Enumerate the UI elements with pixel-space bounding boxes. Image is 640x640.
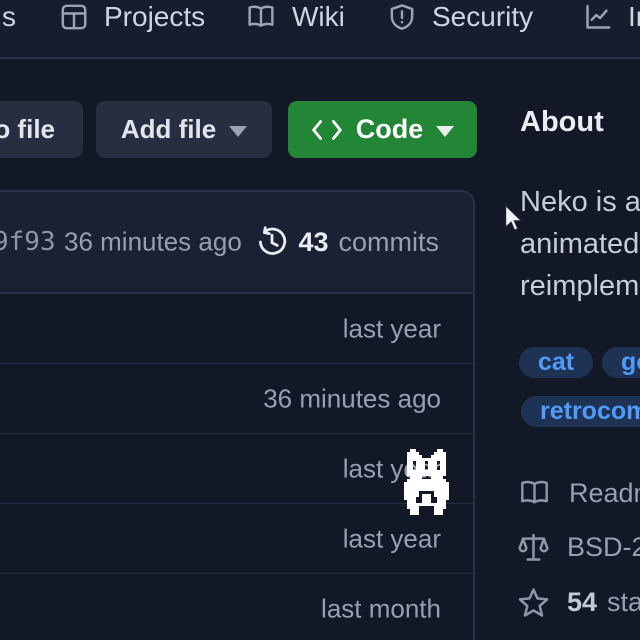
file-updated-time[interactable]: 36 minutes ago xyxy=(263,383,441,414)
commits-count: 43 xyxy=(298,227,328,258)
about-heading: About xyxy=(520,106,604,139)
shield-icon xyxy=(388,3,416,31)
commits-history-link[interactable]: 43 commits xyxy=(256,226,439,258)
book-icon xyxy=(246,3,276,31)
topic-tag-cat[interactable]: cat xyxy=(519,347,593,378)
license-label: BSD-2 xyxy=(567,532,640,563)
repo-description-line: Neko is a xyxy=(520,186,640,219)
tab-security[interactable]: Security xyxy=(388,0,533,34)
chevron-down-icon xyxy=(229,126,247,137)
go-to-file-button[interactable]: o file xyxy=(0,101,83,158)
repo-description-line: animated xyxy=(520,228,639,261)
topic-tag-go[interactable]: go xyxy=(602,347,640,378)
repo-tab-bar: s Projects Wiki Security xyxy=(0,0,640,59)
add-file-label: Add file xyxy=(121,114,216,145)
file-row[interactable]: 36 minutes ago xyxy=(0,364,473,434)
add-file-button[interactable]: Add file xyxy=(96,101,272,158)
latest-commit-bar: 9f93 36 minutes ago 43 commits xyxy=(0,192,473,294)
history-clock-icon xyxy=(256,226,288,258)
file-row[interactable]: last year xyxy=(0,294,473,364)
graph-icon xyxy=(584,3,612,31)
commit-time: 36 minutes ago xyxy=(64,227,242,258)
repo-description-line: reimplem xyxy=(520,270,639,303)
law-icon xyxy=(518,532,549,563)
stars-link[interactable]: 54 sta xyxy=(518,586,640,618)
file-row[interactable]: last year xyxy=(0,434,473,504)
tab-actions-partial[interactable]: s xyxy=(2,0,16,34)
file-row[interactable]: last month xyxy=(0,574,473,640)
star-icon xyxy=(518,587,549,618)
code-button-label: Code xyxy=(356,114,424,145)
file-updated-time[interactable]: last year xyxy=(343,523,441,554)
topic-tag-retrocomputing[interactable]: retrocomp xyxy=(521,396,640,427)
license-link[interactable]: BSD-2 xyxy=(518,531,640,563)
mouse-cursor-icon xyxy=(503,204,525,234)
code-button[interactable]: Code xyxy=(288,101,477,158)
tab-insights[interactable]: In xyxy=(584,0,640,34)
stars-count: 54 xyxy=(567,587,597,618)
tab-projects[interactable]: Projects xyxy=(60,0,205,34)
commits-label: commits xyxy=(339,227,440,258)
readme-label: Readm xyxy=(569,478,640,509)
go-to-file-label: o file xyxy=(0,114,55,145)
file-row[interactable]: last year xyxy=(0,504,473,574)
commit-hash-link[interactable]: 9f93 xyxy=(0,227,56,257)
code-brackets-icon xyxy=(311,118,343,142)
file-table: 9f93 36 minutes ago 43 commits last year… xyxy=(0,190,475,640)
book-icon xyxy=(518,478,551,508)
readme-link[interactable]: Readm xyxy=(518,477,640,509)
stars-label: sta xyxy=(607,587,640,618)
file-updated-time[interactable]: last year xyxy=(343,313,441,344)
project-table-icon xyxy=(60,3,88,31)
github-repo-page: s Projects Wiki Security xyxy=(0,0,640,640)
tab-insights-label: In xyxy=(628,1,640,33)
file-updated-time[interactable]: last month xyxy=(321,593,441,624)
neko-cat-sprite xyxy=(404,449,449,515)
tab-wiki-label: Wiki xyxy=(292,1,345,33)
tab-projects-label: Projects xyxy=(104,1,205,33)
tab-security-label: Security xyxy=(432,1,533,33)
chevron-down-icon xyxy=(436,126,454,137)
tab-wiki[interactable]: Wiki xyxy=(246,0,345,34)
file-rows: last year 36 minutes ago last year last yea… xyxy=(0,294,473,640)
tab-actions-label: s xyxy=(2,1,16,33)
